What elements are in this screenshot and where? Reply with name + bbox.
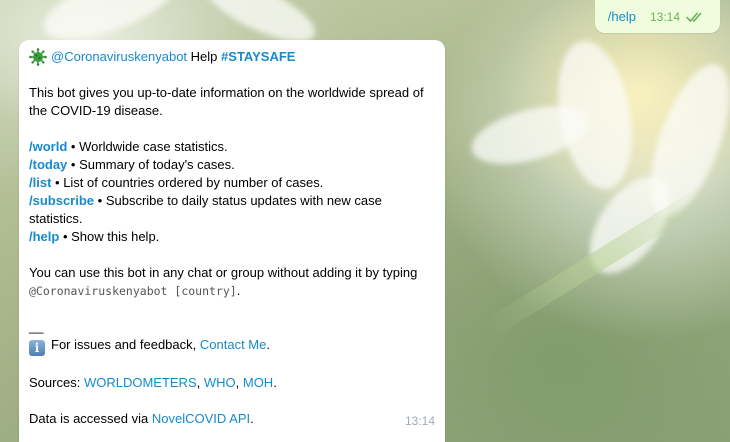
command-line-today: /today • Summary of today's cases. (29, 156, 435, 174)
outgoing-message[interactable]: /help 13:14 (594, 0, 720, 33)
command-separator: • (94, 193, 106, 208)
chat-background: /help 13:14 @Coronaviruskenyabot Help #S… (0, 0, 730, 442)
command-line-help: /help • Show this help. (29, 228, 435, 246)
command-description: Worldwide case statistics. (79, 139, 228, 154)
command-line-list: /list • List of countries ordered by num… (29, 174, 435, 192)
message-header: @Coronaviruskenyabot Help #STAYSAFE (29, 48, 435, 66)
divider-text: __ (29, 319, 44, 334)
sources-line: Sources: WORLDOMETERS, WHO, MOH. (29, 375, 277, 390)
data-prefix: Data is accessed via (29, 411, 149, 426)
contact-me-link[interactable]: Contact Me (200, 337, 266, 352)
command-list-link[interactable]: /list (29, 175, 51, 190)
usage-code[interactable]: @Coronaviruskenyabot [country] (29, 284, 237, 298)
source-moh-link[interactable]: MOH (243, 375, 273, 390)
command-line-world: /world • Worldwide case statistics. (29, 138, 435, 156)
feedback-text: For issues and feedback, (51, 337, 197, 352)
command-today-link[interactable]: /today (29, 157, 67, 172)
data-suffix: . (250, 411, 254, 426)
source-worldometers-link[interactable]: WORLDOMETERS (84, 375, 197, 390)
bot-username-link[interactable]: @Coronaviruskenyabot (51, 48, 187, 66)
usage-text: You can use this bot in any chat or grou… (29, 264, 435, 300)
command-subscribe-link[interactable]: /subscribe (29, 193, 94, 208)
command-world-link[interactable]: /world (29, 139, 67, 154)
hashtag-link[interactable]: #STAYSAFE (221, 48, 295, 66)
command-separator: • (59, 229, 72, 244)
intro-text: This bot gives you up-to-date informatio… (29, 85, 424, 118)
source-who-link[interactable]: WHO (204, 375, 236, 390)
outgoing-message-text: /help (607, 9, 636, 24)
feedback-line: i For issues and feedback, Contact Me. (29, 336, 435, 356)
command-description: Summary of today's cases. (79, 157, 235, 172)
bot-help-message[interactable]: @Coronaviruskenyabot Help #STAYSAFE This… (19, 40, 445, 442)
virus-icon (29, 48, 47, 66)
novelcovid-api-link[interactable]: NovelCOVID API (152, 411, 250, 426)
command-help-link[interactable]: /help (29, 229, 59, 244)
double-check-icon (686, 12, 702, 22)
outgoing-message-time: 13:14 (649, 9, 680, 24)
data-source-line: Data is accessed via NovelCOVID API. (29, 410, 435, 428)
command-description: List of countries ordered by number of c… (63, 175, 324, 190)
usage-prefix: You can use this bot in any chat or grou… (29, 265, 418, 280)
command-line-subscribe: /subscribe • Subscribe to daily status u… (29, 192, 435, 228)
feedback-suffix: . (266, 337, 270, 352)
message-time: 13:14 (404, 414, 435, 428)
background-stem (484, 182, 716, 338)
command-separator: • (67, 157, 80, 172)
command-description: Show this help. (71, 229, 160, 244)
command-separator: • (67, 139, 80, 154)
header-word: Help (190, 49, 218, 64)
usage-suffix: . (236, 283, 241, 298)
info-icon: i (29, 340, 45, 356)
sources-label: Sources: (29, 375, 81, 390)
command-separator: • (51, 175, 64, 190)
